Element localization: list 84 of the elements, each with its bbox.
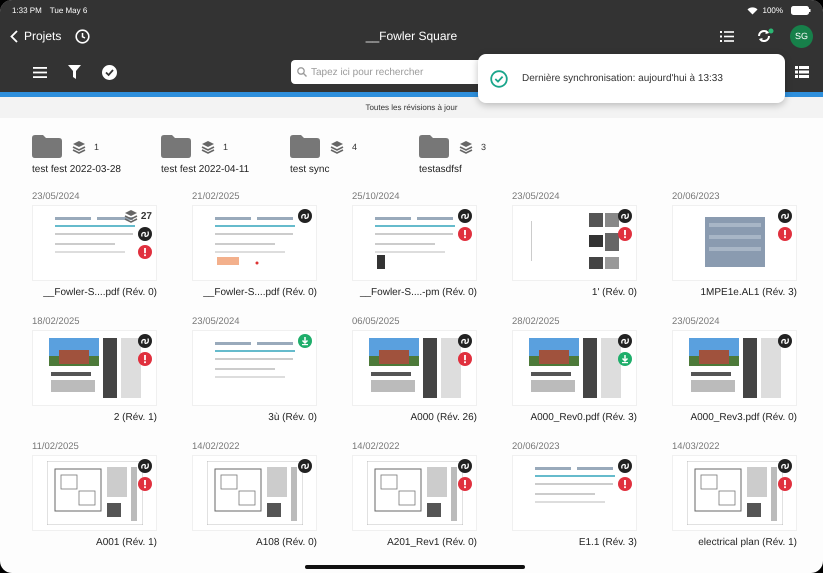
document-name[interactable]: __Fowler-S....pdf (Rév. 0) [203,287,317,298]
download-icon[interactable] [298,334,312,348]
document-thumbnail[interactable]: 27 [32,205,157,281]
document-date: 06/05/2025 [352,316,401,329]
folder-icon[interactable] [290,135,320,158]
document-thumbnail[interactable] [192,455,317,531]
revision-count: 3 [481,142,486,152]
document-thumbnail[interactable] [352,330,477,406]
document-thumbnail[interactable] [192,205,317,281]
grid-list-icon[interactable] [795,66,809,78]
document-thumbnail[interactable] [672,205,797,281]
stack-icon [124,209,138,223]
revision-count: 1 [223,142,228,152]
document-name[interactable]: A000_Rev3.pdf (Rév. 0) [690,412,797,423]
back-button[interactable]: Projets [10,29,62,43]
document-name[interactable]: 3ù (Rév. 0) [268,412,317,423]
document-name[interactable]: A000_Rev0.pdf (Rév. 3) [530,412,637,423]
battery-level: 100% [762,6,783,14]
document-name[interactable]: 2 (Rév. 1) [114,412,157,423]
document-date: 28/02/2025 [512,316,561,329]
sync-icon[interactable] [756,28,774,44]
battery-icon [791,6,811,14]
chevron-left-icon [10,30,18,42]
document-name[interactable]: electrical plan (Rév. 1) [698,537,797,548]
revision-count: 4 [352,142,358,152]
document-date: 14/02/2022 [352,441,401,454]
sync-status-text: Toutes les révisions à jour [365,103,458,112]
document-name[interactable]: A108 (Rév. 0) [256,537,317,548]
document-thumbnail[interactable] [352,205,477,281]
user-avatar[interactable]: SG [790,24,813,48]
status-time: 1:33 PM [12,6,42,14]
download-icon[interactable] [618,352,632,366]
clock-icon[interactable] [75,28,90,44]
document-thumbnail[interactable] [192,330,317,406]
check-circle-icon [490,70,508,88]
folder-name[interactable]: test fest 2022-04-11 [161,164,250,175]
document-thumbnail[interactable] [512,455,637,531]
document-name[interactable]: __Fowler-S....pdf (Rév. 0) [43,287,157,298]
document-date: 14/02/2022 [192,441,241,454]
document-name[interactable]: 1MPE1e.AL1 (Rév. 3) [700,287,797,298]
list-icon[interactable] [720,30,734,42]
revision-count: 1 [94,142,100,152]
document-date: 23/05/2024 [32,191,81,204]
search-icon [297,67,307,77]
document-date: 23/05/2024 [512,191,561,204]
document-thumbnail[interactable] [512,330,637,406]
stack-icon [201,140,215,154]
menu-icon[interactable] [33,66,47,78]
status-date: Tue May 6 [50,6,88,14]
document-name[interactable]: __Fowler-S....-pm (Rév. 0) [360,287,477,298]
document-thumbnail[interactable] [512,205,637,281]
folder-name[interactable]: testasdfsf [419,164,462,175]
document-date: 23/05/2024 [672,316,721,329]
document-date: 14/03/2022 [672,441,721,454]
document-name[interactable]: A000 (Rév. 26) [410,412,477,423]
check-circle-icon[interactable] [102,64,117,80]
folder-icon[interactable] [419,135,449,158]
document-thumbnail[interactable] [352,455,477,531]
project-title: __Fowler Square [364,29,458,43]
stack-icon [330,140,344,154]
document-name[interactable]: A201_Rev1 (Rév. 0) [387,537,477,548]
document-date: 21/02/2025 [192,191,241,204]
document-thumbnail[interactable] [32,455,157,531]
document-thumbnail[interactable] [32,330,157,406]
document-date: 18/02/2025 [32,316,81,329]
document-date: 20/06/2023 [512,441,561,454]
wifi-icon [746,6,758,14]
layer-count: 27 [140,210,152,222]
document-thumbnail[interactable] [672,455,797,531]
filter-icon[interactable] [68,65,81,79]
folder-name[interactable]: test fest 2022-03-28 [32,164,121,175]
document-date: 25/10/2024 [352,191,401,204]
stack-icon [72,140,86,154]
document-name[interactable]: A001 (Rév. 1) [96,537,157,548]
document-date: 11/02/2025 [32,441,80,454]
folder-name[interactable]: test sync [290,164,330,175]
folder-icon[interactable] [32,135,62,158]
stack-icon [459,140,473,154]
folder-icon[interactable] [161,135,191,158]
document-name[interactable]: 1' (Rév. 0) [592,287,637,298]
document-thumbnail[interactable] [672,330,797,406]
document-date: 23/05/2024 [192,316,241,329]
document-name[interactable]: E1.1 (Rév. 3) [578,537,637,548]
document-date: 20/06/2023 [672,191,721,204]
